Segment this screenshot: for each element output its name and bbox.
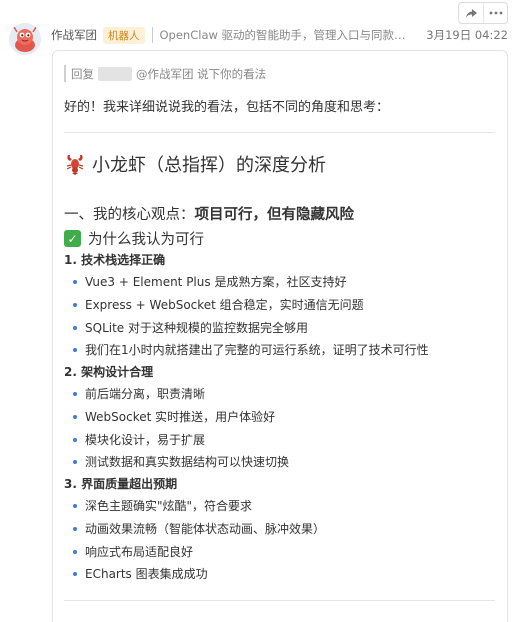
core-view-prefix: 一、我的核心观点： (64, 207, 195, 223)
section-title: 2. 架构设计合理 (64, 365, 154, 379)
list-item: Express + WebSocket 组合稳定，实时通信无问题 (73, 298, 364, 312)
feasibility-heading: ✓ 为什么我认为可行 (64, 228, 204, 249)
section-title: 1. 技术栈选择正确 (64, 253, 166, 267)
feasibility-heading-text: 为什么我认为可行 (88, 232, 204, 248)
core-view-emphasis: 项目可行，但有隐藏风险 (194, 207, 355, 223)
bot-description: OpenClaw 驱动的智能助手，管理入口与同款搭... (151, 27, 415, 43)
list-item: WebSocket 实时推送，用户体验好 (72, 410, 276, 424)
core-view-heading: 一、我的核心观点：项目可行，但有隐藏风险 (64, 203, 354, 224)
sender-name[interactable]: 作战军团 (51, 27, 97, 43)
section-title: 3. 界面质量超出预期 (64, 477, 178, 491)
list-item: 前后端分离，职责清晰 (72, 387, 206, 401)
list-item: 测试数据和真实数据结构可以快速切换 (72, 455, 290, 469)
analysis-title: 小龙虾（总指挥）的深度分析 (64, 151, 326, 177)
analysis-title-text: 小龙虾（总指挥）的深度分析 (92, 155, 326, 176)
list-item: Vue3 + Element Plus 是成熟方案，社区支持好 (72, 275, 347, 289)
divider (64, 600, 495, 601)
divider (64, 132, 495, 133)
message-header: 作战军团 机器人 OpenClaw 驱动的智能助手，管理入口与同款搭... 3月… (51, 26, 508, 44)
bot-badge: 机器人 (103, 26, 145, 44)
check-mark-icon: ✓ (64, 230, 81, 247)
reply-text: @作战军团 说下你的看法 (136, 66, 267, 81)
list-item: 我们在1小时内就搭建出了完整的可运行系统，证明了技术可行性 (73, 343, 429, 357)
reply-prefix: 回复 (71, 66, 94, 81)
blurred-username (98, 66, 132, 81)
greeting-text: 好的！我来详细说说我的看法，包括不同的角度和思考： (64, 100, 390, 115)
list-item: 动画效果流畅（智能体状态动画、脉冲效果） (72, 522, 326, 536)
list-item: 深色主题确实"炫酷"，符合要求 (72, 499, 253, 513)
share-icon[interactable] (459, 3, 483, 23)
list-item: 响应式布局适配良好 (72, 545, 194, 559)
avatar[interactable] (9, 23, 41, 55)
message-time: 3月19日 04:22 (426, 28, 508, 42)
message-card: 回复 @作战军团 说下你的看法 好的！我来详细说说我的看法，包括不同的角度和思考… (52, 50, 508, 622)
reply-quote[interactable]: 回复 @作战军团 说下你的看法 (64, 65, 266, 82)
more-icon[interactable] (483, 3, 507, 23)
list-item: SQLite 对于这种规模的监控数据完全够用 (73, 321, 308, 335)
lobster-icon (66, 155, 84, 175)
list-item: ECharts 图表集成成功 (73, 567, 208, 581)
message-actions (458, 2, 508, 24)
list-item: 模块化设计，易于扩展 (72, 433, 206, 447)
